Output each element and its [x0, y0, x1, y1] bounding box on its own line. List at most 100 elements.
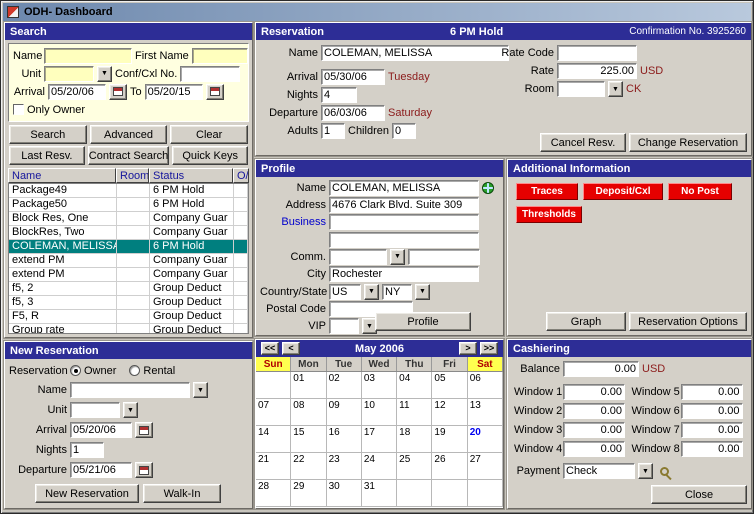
window-amount-input[interactable] — [681, 403, 743, 419]
calendar-day-11[interactable]: 11 — [397, 399, 432, 426]
deposit-cxl-badge[interactable]: Deposit/Cxl — [583, 183, 663, 200]
comm-type-input[interactable] — [329, 249, 387, 265]
advanced-button[interactable]: Advanced — [90, 125, 168, 144]
calendar-day-17[interactable]: 17 — [362, 426, 397, 453]
search-to-input[interactable] — [145, 84, 203, 100]
calendar-prev-year-icon[interactable]: << — [261, 342, 279, 355]
country-input[interactable] — [329, 284, 361, 300]
calendar-day-30[interactable]: 30 — [327, 480, 362, 507]
search-result-row[interactable]: F5, RGroup Deduct — [9, 310, 248, 324]
room-dropdown-icon[interactable]: ▼ — [608, 81, 623, 97]
calendar-day-16[interactable]: 16 — [327, 426, 362, 453]
res-children-input[interactable] — [392, 123, 416, 139]
calendar-icon[interactable] — [109, 84, 127, 100]
calendar-day-01[interactable]: 01 — [291, 372, 326, 399]
calendar-day-15[interactable]: 15 — [291, 426, 326, 453]
search-result-row[interactable]: extend PMCompany Guar — [9, 268, 248, 282]
calendar-day-27[interactable]: 27 — [468, 453, 503, 480]
calendar-day-08[interactable]: 08 — [291, 399, 326, 426]
nr-nights-input[interactable] — [70, 442, 104, 458]
payment-input[interactable] — [563, 463, 635, 479]
calendar-day-07[interactable]: 07 — [256, 399, 291, 426]
room-input[interactable] — [557, 81, 605, 97]
calendar-prev-month-icon[interactable]: < — [282, 342, 300, 355]
calendar-day-23[interactable]: 23 — [327, 453, 362, 480]
reservation-options-button[interactable]: Reservation Options — [629, 312, 747, 331]
title-bar[interactable]: ODH- Dashboard — [3, 3, 751, 21]
search-name-input[interactable] — [44, 48, 132, 64]
unit-dropdown-icon[interactable]: ▼ — [97, 66, 112, 82]
column-name[interactable]: Name — [8, 168, 116, 183]
search-result-row[interactable]: Block Res, OneCompany Guar — [9, 212, 248, 226]
calendar-icon[interactable] — [135, 422, 153, 438]
res-adults-input[interactable] — [321, 123, 345, 139]
calendar-day-14[interactable]: 14 — [256, 426, 291, 453]
cancel-resv-button[interactable]: Cancel Resv. — [540, 133, 626, 152]
vip-input[interactable] — [329, 318, 359, 334]
res-departure-input[interactable] — [321, 105, 385, 121]
state-input[interactable] — [382, 284, 412, 300]
calendar-day-19[interactable]: 19 — [432, 426, 467, 453]
search-result-row[interactable]: Package496 PM Hold — [9, 184, 248, 198]
search-payment-icon[interactable] — [660, 467, 669, 476]
calendar-day-25[interactable]: 25 — [397, 453, 432, 480]
globe-icon[interactable] — [482, 182, 494, 194]
rental-radio[interactable] — [129, 365, 140, 376]
search-result-row[interactable]: f5, 3Group Deduct — [9, 296, 248, 310]
balance-input[interactable] — [563, 361, 639, 377]
calendar-day-02[interactable]: 02 — [327, 372, 362, 399]
nr-name-dropdown-icon[interactable]: ▼ — [193, 382, 208, 398]
search-result-row[interactable]: Group rateGroup Deduct — [9, 324, 248, 334]
address2-input[interactable] — [329, 232, 479, 248]
nr-departure-input[interactable] — [70, 462, 132, 478]
window-amount-input[interactable] — [563, 441, 625, 457]
calendar-day-31[interactable]: 31 — [362, 480, 397, 507]
calendar-day-04[interactable]: 04 — [397, 372, 432, 399]
profile-name-input[interactable] — [329, 180, 479, 196]
comm-dropdown-icon[interactable]: ▼ — [390, 249, 405, 265]
calendar-day-26[interactable]: 26 — [432, 453, 467, 480]
calendar-day-22[interactable]: 22 — [291, 453, 326, 480]
window-amount-input[interactable] — [681, 384, 743, 400]
comm-value-input[interactable] — [408, 249, 480, 265]
traces-badge[interactable]: Traces — [516, 183, 578, 200]
quick-keys-button[interactable]: Quick Keys — [172, 146, 248, 165]
nr-unit-input[interactable] — [70, 402, 120, 418]
contract-search-button[interactable]: Contract Search — [88, 146, 169, 165]
window-amount-input[interactable] — [563, 403, 625, 419]
search-result-row[interactable]: Package506 PM Hold — [9, 198, 248, 212]
only-owner-checkbox[interactable] — [13, 104, 24, 115]
state-dropdown-icon[interactable]: ▼ — [415, 284, 430, 300]
calendar-day-03[interactable]: 03 — [362, 372, 397, 399]
country-dropdown-icon[interactable]: ▼ — [364, 284, 379, 300]
calendar-icon[interactable] — [135, 462, 153, 478]
calendar-day-28[interactable]: 28 — [256, 480, 291, 507]
business-input[interactable] — [329, 214, 479, 230]
calendar-day-24[interactable]: 24 — [362, 453, 397, 480]
calendar-day-13[interactable]: 13 — [468, 399, 503, 426]
city-input[interactable] — [329, 266, 479, 282]
calendar-next-month-icon[interactable]: > — [459, 342, 477, 355]
res-arrival-input[interactable] — [321, 69, 385, 85]
calendar-day-06[interactable]: 06 — [468, 372, 503, 399]
owner-radio[interactable] — [70, 365, 81, 376]
change-reservation-button[interactable]: Change Reservation — [629, 133, 747, 152]
last-resv-button[interactable]: Last Resv. — [9, 146, 85, 165]
res-name-input[interactable] — [321, 45, 509, 61]
search-unit-input[interactable] — [44, 66, 94, 82]
search-button[interactable]: Search — [9, 125, 87, 144]
search-result-row[interactable]: BlockRes, TwoCompany Guar — [9, 226, 248, 240]
search-first-name-input[interactable] — [192, 48, 248, 64]
calendar-next-year-icon[interactable]: >> — [480, 342, 498, 355]
calendar-day-21[interactable]: 21 — [256, 453, 291, 480]
rate-input[interactable] — [557, 63, 637, 79]
nr-name-input[interactable] — [70, 382, 190, 398]
search-result-row[interactable]: extend PMCompany Guar — [9, 254, 248, 268]
nr-unit-dropdown-icon[interactable]: ▼ — [123, 402, 138, 418]
column-status[interactable]: Status — [149, 168, 233, 183]
calendar-day-18[interactable]: 18 — [397, 426, 432, 453]
new-reservation-button[interactable]: New Reservation — [35, 484, 139, 503]
window-amount-input[interactable] — [563, 422, 625, 438]
address-input[interactable] — [329, 197, 479, 213]
search-conf-input[interactable] — [180, 66, 240, 82]
